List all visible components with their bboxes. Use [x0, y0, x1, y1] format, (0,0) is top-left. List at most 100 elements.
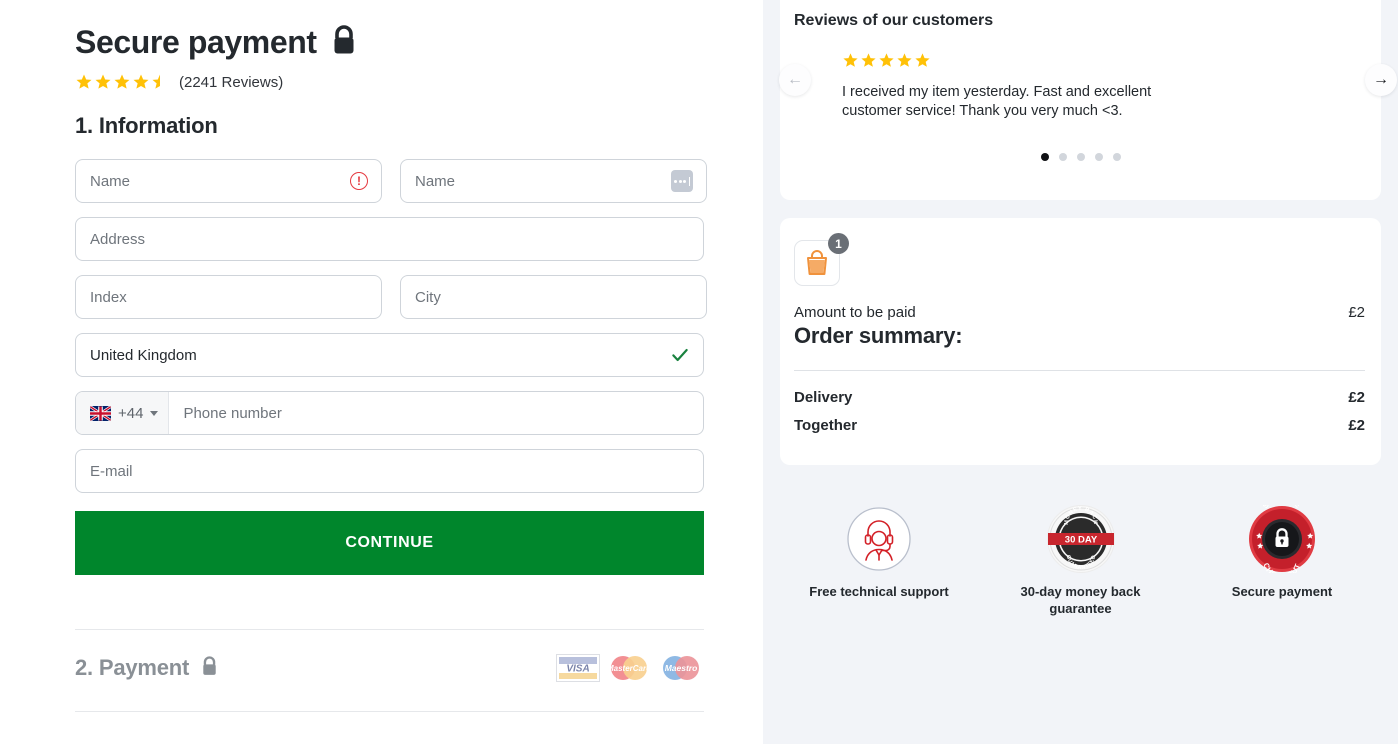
summary-row-together: Together £2: [794, 417, 1365, 434]
together-label: Together: [794, 417, 858, 434]
mastercard-icon: MasterCard: [607, 656, 652, 680]
city-field[interactable]: City: [400, 275, 707, 319]
page-title: Secure payment: [75, 24, 317, 60]
star-icon: [843, 53, 858, 67]
phone-row: +44 Phone number: [75, 391, 705, 435]
phone-field[interactable]: +44 Phone number: [75, 391, 704, 435]
checkout-page: Secure payment (2241 Reviews) 1. Informa…: [0, 0, 1398, 744]
star-icon: [133, 74, 149, 89]
trust-badge-support: Free technical support: [794, 503, 964, 617]
visa-card-icon: VISA: [556, 654, 600, 682]
amount-to-be-paid-row: Amount to be paid £2: [794, 304, 1365, 321]
star-icon: [915, 53, 930, 67]
trust-badges: Free technical support MONEY BACK GUARAN…: [780, 503, 1381, 617]
carousel-dot[interactable]: [1094, 153, 1103, 161]
payment-bottom-divider: [75, 711, 704, 712]
email-placeholder: E-mail: [90, 462, 133, 480]
phone-placeholder: Phone number: [183, 404, 282, 422]
lock-icon-grey: [201, 655, 218, 681]
svg-text:VISA: VISA: [566, 664, 589, 675]
headset-support-icon: [794, 503, 964, 575]
trust-badge-secure-payment: SECURE CHECKOUT: [1197, 503, 1367, 617]
dial-code-label: +44: [118, 404, 144, 422]
index-placeholder: Index: [90, 288, 127, 306]
index-city-row: Index City: [75, 275, 707, 319]
star-icon: [897, 53, 912, 67]
error-icon: [350, 172, 368, 190]
country-value: United Kingdom: [90, 346, 197, 364]
reviews-title: Reviews of our customers: [794, 12, 994, 29]
cart-count-badge: 1: [828, 233, 849, 254]
carousel-dot[interactable]: [1112, 153, 1121, 161]
payment-heading-group: 2. Payment: [75, 655, 218, 681]
order-summary-title: Order summary:: [794, 323, 963, 348]
first-name-placeholder: Name: [90, 172, 131, 190]
information-heading: 1. Information: [75, 113, 218, 138]
star-icon: [879, 53, 894, 67]
first-name-field[interactable]: Name: [75, 159, 382, 203]
trust-badge-money-back: MONEY BACK GUARANTEED 30 DAY 30-day mone…: [996, 503, 1166, 617]
email-field[interactable]: E-mail: [75, 449, 704, 493]
order-summary-card: 1 Amount to be paid £2 Order summary: De…: [780, 218, 1381, 465]
last-name-field[interactable]: Name: [400, 159, 707, 203]
reviews-carousel: Reviews of our customers I received my i…: [779, 0, 1397, 200]
payment-section-header[interactable]: 2. Payment VISA MasterCard Maestro: [75, 654, 704, 682]
email-row: E-mail: [75, 449, 705, 493]
continue-button[interactable]: CONTINUE: [75, 511, 704, 575]
review-star-rating: [842, 52, 1341, 69]
maestro-icon: Maestro: [663, 656, 699, 680]
svg-text:Maestro: Maestro: [665, 663, 698, 673]
amount-to-be-paid-value: £2: [1348, 304, 1365, 321]
index-field[interactable]: Index: [75, 275, 382, 319]
page-title-row: Secure payment: [75, 24, 705, 61]
lock-icon: [331, 25, 357, 60]
country-row: United Kingdom: [75, 333, 705, 377]
chevron-down-icon: [150, 410, 159, 416]
accepted-cards: VISA MasterCard Maestro: [556, 654, 704, 682]
section-divider: [75, 629, 704, 630]
star-icon: [114, 74, 130, 89]
trust-badge-support-label: Free technical support: [809, 584, 949, 599]
carousel-prev-button[interactable]: ←: [779, 64, 811, 96]
carousel-dot[interactable]: [1076, 153, 1085, 161]
cart-item-thumbnail: 1: [794, 233, 849, 286]
summary-row-delivery: Delivery £2: [794, 389, 1365, 406]
autofill-dots-icon[interactable]: [671, 170, 693, 192]
star-icon: [95, 74, 111, 89]
svg-text:MasterCard: MasterCard: [607, 664, 652, 673]
carousel-dots: [780, 153, 1381, 161]
carousel-dot[interactable]: [1040, 153, 1049, 161]
last-name-placeholder: Name: [415, 172, 456, 190]
carousel-next-button[interactable]: →: [1365, 64, 1397, 96]
country-dial-selector[interactable]: +44: [76, 392, 170, 434]
payment-heading: 2. Payment: [75, 655, 190, 680]
name-row: Name Name: [75, 159, 707, 203]
city-placeholder: City: [415, 288, 441, 306]
together-amount: £2: [1348, 417, 1365, 434]
review-text: I received my item yesterday. Fast and e…: [842, 84, 1152, 119]
star-icon: [861, 53, 876, 67]
reviews-count-label: (2241 Reviews): [179, 73, 284, 91]
money-back-seal-icon: MONEY BACK GUARANTEED 30 DAY: [996, 503, 1166, 575]
address-field[interactable]: Address: [75, 217, 704, 261]
delivery-label: Delivery: [794, 389, 853, 406]
rating-row: (2241 Reviews): [75, 73, 705, 91]
checkout-right-column: Reviews of our customers I received my i…: [763, 0, 1398, 744]
trust-badge-secure-payment-label: Secure payment: [1231, 584, 1333, 599]
secure-checkout-seal-icon: SECURE CHECKOUT: [1197, 503, 1367, 575]
information-form: Name Name Address Index: [75, 159, 707, 575]
carousel-dot[interactable]: [1058, 153, 1067, 161]
address-row: Address: [75, 217, 705, 261]
star-icon: [76, 74, 92, 89]
star-half-icon: [152, 74, 160, 89]
delivery-amount: £2: [1348, 389, 1365, 406]
checkout-left-column: Secure payment (2241 Reviews) 1. Informa…: [0, 0, 763, 744]
trust-badge-money-back-label: 30-day money back guarantee: [1020, 584, 1141, 616]
seal-banner-text: 30 DAY: [1064, 534, 1097, 545]
amount-to-be-paid-label: Amount to be paid: [794, 304, 916, 321]
review-item: I received my item yesterday. Fast and e…: [780, 52, 1381, 120]
check-icon: [670, 345, 690, 365]
uk-flag-icon: [90, 405, 111, 421]
country-select[interactable]: United Kingdom: [75, 333, 704, 377]
star-rating: [75, 73, 169, 91]
